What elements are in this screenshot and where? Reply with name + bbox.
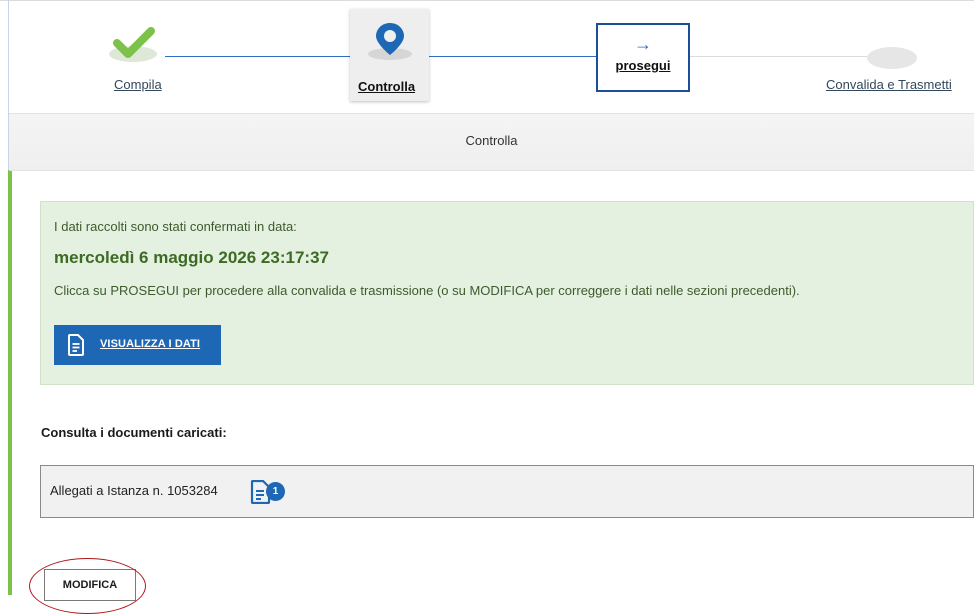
step-connector — [429, 56, 596, 57]
prosegui-button[interactable]: → prosegui — [596, 23, 690, 92]
step-connector — [165, 56, 350, 57]
step-compila[interactable]: Compila — [114, 77, 162, 92]
arrow-right-icon: → — [634, 34, 652, 54]
check-icon — [109, 27, 157, 62]
attachment-label: Allegati a Istanza n. 1053284 — [50, 483, 218, 498]
confirmation-panel: I dati raccolti sono stati confermati in… — [40, 201, 974, 385]
confirmation-date: mercoledì 6 maggio 2026 23:17:37 — [54, 248, 329, 267]
section-header: Controlla — [9, 113, 974, 171]
prosegui-label: prosegui — [615, 58, 671, 73]
left-accent-bar — [8, 170, 12, 595]
documents-title: Consulta i documenti caricati: — [41, 425, 227, 440]
map-pin-icon — [368, 23, 412, 60]
active-step-box: Controlla — [350, 9, 429, 101]
attachment-count-badge: 1 — [266, 482, 285, 501]
step-connector — [690, 56, 867, 57]
highlight-circle — [29, 558, 146, 614]
view-data-label: VISUALIZZA I DATI — [100, 338, 201, 350]
view-data-button[interactable]: VISUALIZZA I DATI — [54, 325, 221, 365]
confirmed-text: I dati raccolti sono stati confermati in… — [54, 219, 297, 234]
progress-stepper: Compila Controlla → prosegui Convalida e… — [0, 0, 974, 114]
document-icon — [68, 334, 84, 356]
step-controlla[interactable]: Controlla — [358, 79, 415, 94]
section-title: Controlla — [465, 133, 518, 148]
step-convalida-trasmetti[interactable]: Convalida e Trasmetti — [826, 77, 952, 92]
instructions-text: Clicca su PROSEGUI per procedere alla co… — [54, 283, 800, 298]
attachments-row: Allegati a Istanza n. 1053284 1 — [40, 465, 974, 518]
circle-icon — [867, 47, 917, 69]
